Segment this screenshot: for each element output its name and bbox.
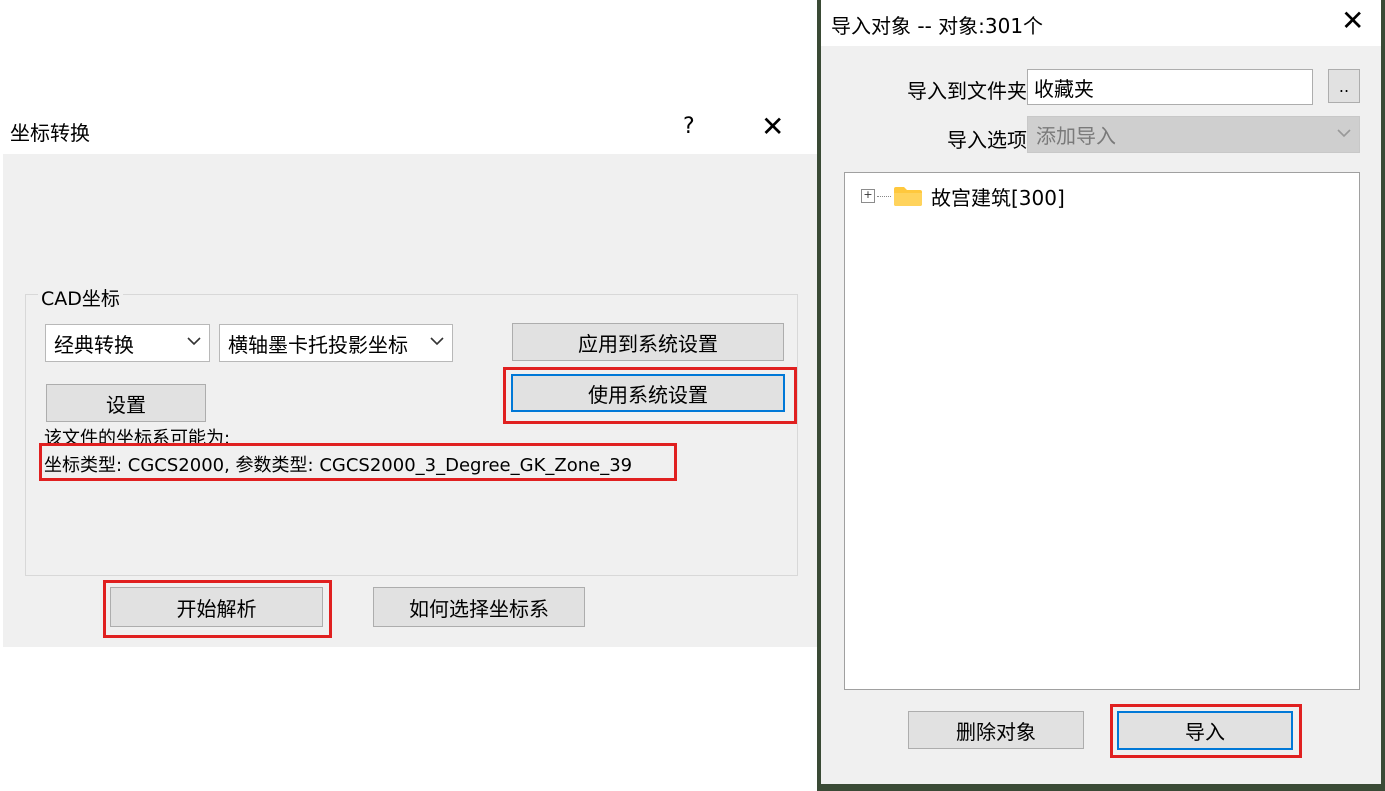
coordinate-transform-dialog: 坐标转换 ? ✕ CAD坐标 经典转换 横轴墨卡托投影坐标 应用到系统设置 使用… [3, 106, 818, 647]
tree-node[interactable]: + 故宫建筑[300] [861, 182, 1065, 210]
how-to-choose-coord-button[interactable]: 如何选择坐标系 [373, 587, 585, 627]
use-system-settings-button[interactable]: 使用系统设置 [511, 374, 785, 412]
transform-method-select[interactable]: 经典转换 [45, 324, 210, 362]
title-bar: 坐标转换 ? ✕ [3, 106, 818, 154]
target-folder-input[interactable]: 收藏夹 [1027, 69, 1313, 105]
import-objects-dialog: 导入对象 -- 对象:301个 ✕ 导入到文件夹 收藏夹 .. 导入选项 添加导… [817, 0, 1385, 791]
detected-coordinate-text: 坐标类型: CGCS2000, 参数类型: CGCS2000_3_Degree_… [44, 455, 633, 476]
import-button[interactable]: 导入 [1117, 711, 1293, 750]
browse-folder-button[interactable]: .. [1328, 69, 1360, 103]
folder-label: 导入到文件夹 [907, 79, 1027, 103]
chevron-down-icon [187, 337, 201, 346]
chevron-down-icon [1337, 129, 1351, 138]
transform-method-value: 经典转换 [54, 332, 134, 357]
expand-icon[interactable]: + [861, 189, 875, 203]
target-folder-value: 收藏夹 [1034, 76, 1094, 101]
projection-value: 横轴墨卡托投影坐标 [228, 332, 408, 357]
tree-connector [877, 195, 891, 197]
delete-object-button[interactable]: 删除对象 [908, 711, 1084, 749]
projection-select[interactable]: 横轴墨卡托投影坐标 [219, 324, 453, 362]
start-parse-button[interactable]: 开始解析 [110, 587, 323, 627]
dialog-title: 坐标转换 [10, 121, 90, 145]
import-option-value: 添加导入 [1036, 124, 1116, 148]
dialog-title: 导入对象 -- 对象:301个 [831, 14, 1044, 38]
import-option-select[interactable]: 添加导入 [1027, 116, 1360, 153]
help-button[interactable]: ? [683, 114, 695, 139]
apply-to-system-button[interactable]: 应用到系统设置 [512, 323, 784, 361]
tree-node-label: 故宫建筑[300] [931, 185, 1065, 210]
group-label: CAD坐标 [38, 284, 123, 311]
title-bar: 导入对象 -- 对象:301个 ✕ [821, 0, 1381, 46]
close-button[interactable]: ✕ [761, 110, 784, 143]
settings-button[interactable]: 设置 [46, 384, 206, 422]
chevron-down-icon [430, 334, 444, 348]
import-option-label: 导入选项 [947, 128, 1027, 152]
object-tree[interactable]: + 故宫建筑[300] [844, 172, 1360, 690]
close-button[interactable]: ✕ [1341, 4, 1364, 37]
folder-icon [894, 187, 922, 206]
